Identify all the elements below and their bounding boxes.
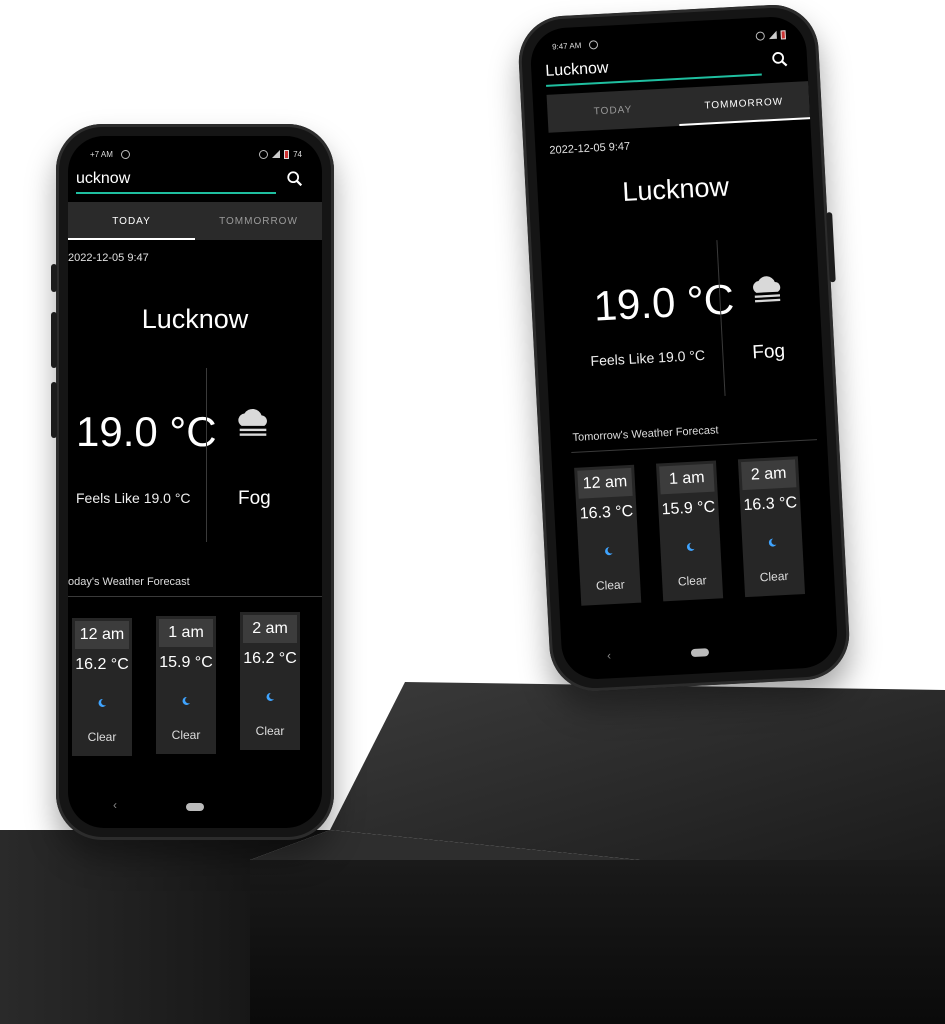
condition-label: Fog [751, 340, 786, 364]
search-input[interactable] [76, 166, 276, 194]
forecast-title: oday's Weather Forecast [68, 576, 190, 588]
back-button[interactable]: ‹ [113, 798, 117, 812]
tab-tomorrow[interactable]: TOMMORROW [677, 81, 810, 126]
forecast-hour: 1 am [159, 619, 213, 647]
moon-icon [768, 538, 777, 547]
forecast-card: 1 am 15.9 °C Clear [156, 616, 216, 754]
navigation-bar: ‹ [68, 798, 322, 814]
forecast-temp: 16.3 °C [579, 502, 634, 523]
forecast-hour: 12 am [75, 621, 129, 649]
hotspot-icon [755, 30, 765, 41]
city-name: Lucknow [141, 304, 249, 334]
search-icon[interactable] [286, 170, 304, 188]
condition-label: Fog [238, 488, 271, 509]
tab-bar: TODAY TOMMORROW [68, 202, 322, 240]
city-name: Lucknow [621, 171, 730, 207]
battery-level: 74 [293, 149, 302, 159]
forecast-temp: 16.2 °C [243, 650, 297, 667]
cloud-fog-icon [238, 408, 267, 436]
home-button[interactable] [186, 803, 204, 811]
status-bar: +7 AM 74 [90, 146, 302, 162]
moon-icon [98, 698, 106, 707]
navigation-bar: ‹ [562, 638, 838, 666]
forecast-card: 1 am 15.9 °C Clear [656, 460, 724, 602]
forecast-card: 12 am 16.2 °C Clear [72, 618, 132, 756]
forecast-temp: 15.9 °C [159, 654, 213, 671]
volume-down-button [51, 382, 57, 438]
forecast-temp: 16.2 °C [75, 656, 129, 673]
horizontal-divider [68, 596, 322, 597]
forecast-temp: 16.3 °C [743, 494, 798, 515]
status-time: 9:47 AM [551, 40, 582, 51]
home-button[interactable] [690, 648, 710, 658]
forecast-card: 12 am 16.3 °C Clear [574, 464, 642, 606]
moon-icon [605, 547, 613, 556]
forecast-hour: 12 am [577, 467, 633, 499]
tab-today[interactable]: TODAY [68, 202, 195, 240]
forecast-temp: 15.9 °C [661, 498, 716, 519]
forecast-desc: Clear [595, 577, 626, 593]
search-input[interactable] [544, 47, 762, 87]
signal-icon [768, 30, 777, 40]
search-bar [76, 166, 308, 196]
sync-icon [589, 39, 599, 50]
volume-button [51, 264, 57, 292]
sync-icon [120, 149, 130, 159]
moon-icon [266, 692, 274, 701]
battery-icon [284, 149, 290, 159]
forecast-desc: Clear [171, 728, 201, 742]
tab-today[interactable]: TODAY [547, 88, 680, 133]
datetime-label: 2022-12-05 9:47 [549, 140, 631, 157]
status-time: +7 AM [90, 149, 113, 159]
moon-icon [182, 696, 190, 705]
forecast-desc: Clear [87, 730, 117, 744]
cloud-fog-icon [753, 276, 781, 303]
current-temperature: 19.0 °C [592, 275, 736, 330]
moon-icon [686, 542, 695, 551]
forecast-title: Tomorrow's Weather Forecast [572, 424, 719, 444]
tab-tomorrow[interactable]: TOMMORROW [195, 202, 322, 240]
forecast-hour: 2 am [741, 459, 797, 491]
forecast-card: 2 am 16.3 °C Clear [737, 456, 806, 598]
back-button[interactable]: ‹ [607, 648, 612, 662]
tab-bar: TODAY TOMMORROW [546, 81, 811, 133]
app-screen: +7 AM 74 TODAY TOMMORROW 2022-12-05 9:47… [68, 136, 322, 828]
volume-up-button [51, 312, 57, 368]
vertical-divider [206, 368, 207, 542]
datetime-label: 2022-12-05 9:47 [68, 252, 149, 264]
feels-like-label: Feels Like 19.0 °C [76, 490, 191, 506]
phone-right: 9:47 AM TODAY TOMMORROW 2022-12-05 9:47 … [516, 2, 852, 694]
app-screen: 9:47 AM TODAY TOMMORROW 2022-12-05 9:47 … [529, 15, 839, 681]
feels-like-label: Feels Like 19.0 °C [590, 346, 706, 369]
forecast-desc: Clear [255, 724, 285, 738]
forecast-hour: 1 am [659, 463, 715, 495]
battery-icon [780, 29, 786, 40]
forecast-hour: 2 am [243, 615, 297, 643]
signal-icon [272, 150, 281, 158]
forecast-desc: Clear [759, 568, 789, 585]
phone-left: +7 AM 74 TODAY TOMMORROW 2022-12-05 9:47… [51, 124, 334, 840]
forecast-card: 2 am 16.2 °C Clear [240, 612, 300, 750]
search-icon[interactable] [771, 50, 790, 69]
hotspot-icon [259, 149, 269, 159]
forecast-desc: Clear [677, 573, 707, 589]
current-temperature: 19.0 °C [76, 408, 217, 455]
